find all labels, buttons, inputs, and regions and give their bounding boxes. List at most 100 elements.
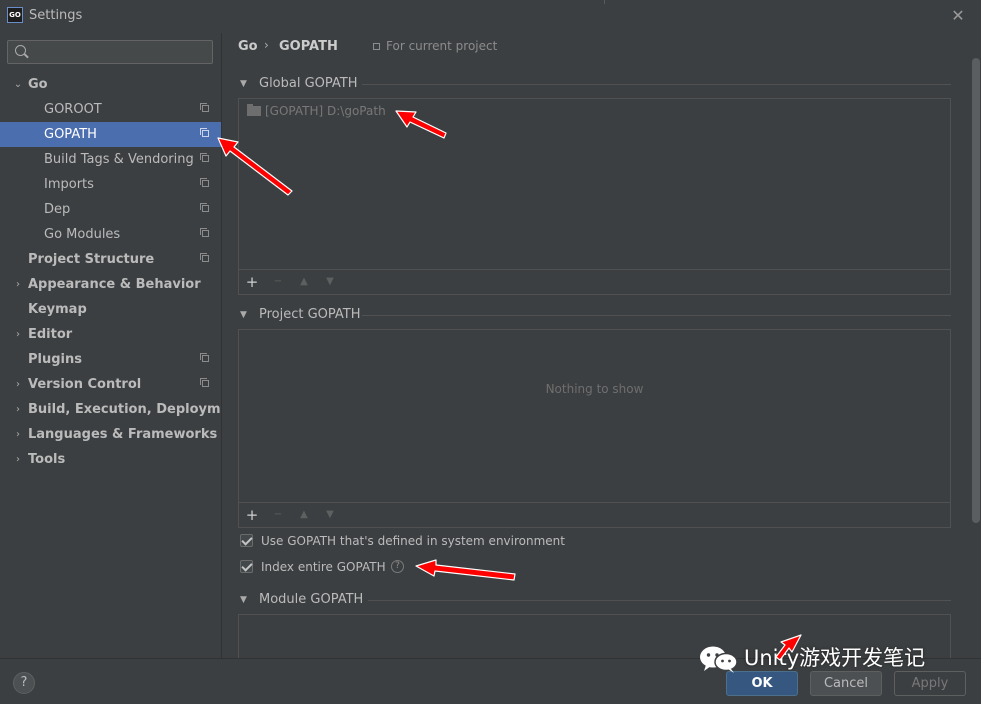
cancel-button[interactable]: Cancel — [810, 671, 882, 696]
sidebar-item-editor[interactable]: › Editor — [0, 322, 221, 347]
add-icon[interactable]: + — [242, 272, 262, 292]
collapse-triangle-icon[interactable]: ▼ — [240, 306, 247, 324]
project-scope-icon — [373, 43, 380, 50]
empty-list-text: Nothing to show — [545, 382, 644, 396]
sidebar-item-build-execution[interactable]: › Build, Execution, Deployment — [0, 397, 245, 422]
section-title: Project GOPATH — [259, 307, 361, 322]
chevron-right-icon[interactable]: › — [13, 447, 23, 472]
project-scope-icon — [200, 178, 209, 187]
settings-sidebar: ⌄ Go GOROOT GOPATH Build Tags & Vendorin… — [0, 33, 245, 658]
sidebar-item-go-modules[interactable]: Go Modules — [0, 222, 221, 247]
go-logo-icon: GO — [7, 7, 23, 23]
sidebar-item-goroot[interactable]: GOROOT — [0, 97, 221, 122]
sidebar-item-label: Build, Execution, Deployment — [28, 402, 245, 417]
move-up-icon[interactable]: ▲ — [294, 272, 314, 292]
remove-icon[interactable]: − — [268, 272, 288, 292]
section-divider — [368, 600, 951, 601]
project-scope-icon — [200, 253, 209, 262]
title-separator — [604, 0, 605, 4]
sidebar-item-label: Go — [28, 77, 48, 92]
ok-button[interactable]: OK — [726, 671, 798, 696]
sidebar-item-label: Languages & Frameworks — [28, 427, 218, 442]
scope-label: For current project — [386, 39, 498, 53]
sidebar-item-tools[interactable]: › Tools — [0, 447, 221, 472]
sidebar-item-appearance[interactable]: › Appearance & Behavior — [0, 272, 221, 297]
project-scope-icon — [200, 203, 209, 212]
index-entire-gopath-option[interactable]: Index entire GOPATH ? — [240, 558, 410, 576]
sidebar-item-label: GOROOT — [44, 102, 102, 117]
sidebar-item-build-tags[interactable]: Build Tags & Vendoring — [0, 147, 221, 172]
sidebar-item-go[interactable]: ⌄ Go — [0, 72, 221, 97]
sidebar-item-label: Editor — [28, 327, 73, 342]
breadcrumb-parent: Go — [238, 39, 258, 54]
help-button[interactable]: ? — [13, 672, 35, 694]
sidebar-item-plugins[interactable]: Plugins — [0, 347, 221, 372]
move-up-icon[interactable]: ▲ — [294, 505, 314, 525]
project-scope-icon — [200, 228, 209, 237]
sidebar-item-project-structure[interactable]: Project Structure — [0, 247, 221, 272]
add-icon[interactable]: + — [242, 505, 262, 525]
sidebar-item-imports[interactable]: Imports — [0, 172, 221, 197]
project-scope-icon — [200, 103, 209, 112]
use-system-gopath-checkbox[interactable] — [240, 534, 253, 547]
list-item[interactable]: [GOPATH] D:\goPath — [247, 102, 386, 120]
section-divider — [362, 84, 951, 85]
gopath-entry-text: [GOPATH] D:\goPath — [265, 104, 386, 118]
sidebar-item-version-control[interactable]: › Version Control — [0, 372, 221, 397]
use-system-gopath-option[interactable]: Use GOPATH that's defined in system envi… — [240, 532, 600, 550]
chevron-down-icon[interactable]: ⌄ — [13, 72, 23, 97]
page-title: GOPATH — [279, 39, 338, 54]
collapse-triangle-icon[interactable]: ▼ — [240, 591, 247, 609]
vertical-scrollbar[interactable] — [972, 58, 980, 523]
chevron-right-icon[interactable]: › — [13, 422, 23, 447]
sidebar-item-label: Build Tags & Vendoring — [44, 152, 194, 167]
list-toolbar: + − ▲ ▼ — [239, 502, 950, 527]
breadcrumb-separator: › — [264, 38, 269, 52]
sidebar-item-label: Imports — [44, 177, 94, 192]
section-divider — [362, 315, 951, 316]
index-entire-gopath-checkbox[interactable] — [240, 560, 253, 573]
settings-content: Go › GOPATH For current project ▼ Global… — [222, 33, 981, 658]
search-input[interactable] — [32, 43, 211, 63]
move-down-icon[interactable]: ▼ — [320, 505, 340, 525]
remove-icon[interactable]: − — [268, 505, 288, 525]
sidebar-item-label: Version Control — [28, 377, 142, 392]
chevron-right-icon[interactable]: › — [13, 372, 23, 397]
sidebar-item-label: Keymap — [28, 302, 87, 317]
sidebar-item-label: Tools — [28, 452, 66, 467]
search-box[interactable] — [7, 40, 213, 64]
project-gopath-list[interactable]: Nothing to show + − ▲ ▼ — [238, 329, 951, 528]
sidebar-item-label: Project Structure — [28, 252, 155, 267]
section-title: Global GOPATH — [259, 76, 358, 91]
apply-button[interactable]: Apply — [894, 671, 966, 696]
checkbox-label: Index entire GOPATH — [261, 560, 386, 574]
chevron-right-icon[interactable]: › — [13, 397, 23, 422]
sidebar-item-label: Appearance & Behavior — [28, 277, 201, 292]
project-scope-icon — [200, 353, 209, 362]
help-icon[interactable]: ? — [391, 560, 404, 573]
title-bar: GO Settings ✕ — [0, 0, 981, 33]
sidebar-item-label: Go Modules — [44, 227, 121, 242]
sidebar-item-label: GOPATH — [44, 127, 97, 142]
chevron-right-icon[interactable]: › — [13, 322, 23, 347]
list-toolbar: + − ▲ ▼ — [239, 269, 950, 294]
project-scope-icon — [200, 128, 209, 137]
section-title: Module GOPATH — [259, 592, 364, 607]
global-gopath-list[interactable]: [GOPATH] D:\goPath + − ▲ ▼ — [238, 98, 951, 295]
collapse-triangle-icon[interactable]: ▼ — [240, 75, 247, 93]
project-scope-icon — [200, 153, 209, 162]
folder-icon — [247, 104, 261, 116]
sidebar-item-languages[interactable]: › Languages & Frameworks — [0, 422, 221, 447]
sidebar-item-label: Dep — [44, 202, 71, 217]
window-title: Settings — [29, 8, 83, 23]
close-icon[interactable]: ✕ — [949, 4, 967, 28]
wechat-logo-icon — [700, 646, 738, 673]
project-scope-icon — [200, 378, 209, 387]
checkbox-label: Use GOPATH that's defined in system envi… — [261, 534, 565, 548]
sidebar-item-keymap[interactable]: Keymap — [0, 297, 221, 322]
watermark-text: Unity游戏开发笔记 — [744, 646, 926, 670]
sidebar-item-dep[interactable]: Dep — [0, 197, 221, 222]
move-down-icon[interactable]: ▼ — [320, 272, 340, 292]
sidebar-item-gopath[interactable]: GOPATH — [0, 122, 221, 147]
chevron-right-icon[interactable]: › — [13, 272, 23, 297]
